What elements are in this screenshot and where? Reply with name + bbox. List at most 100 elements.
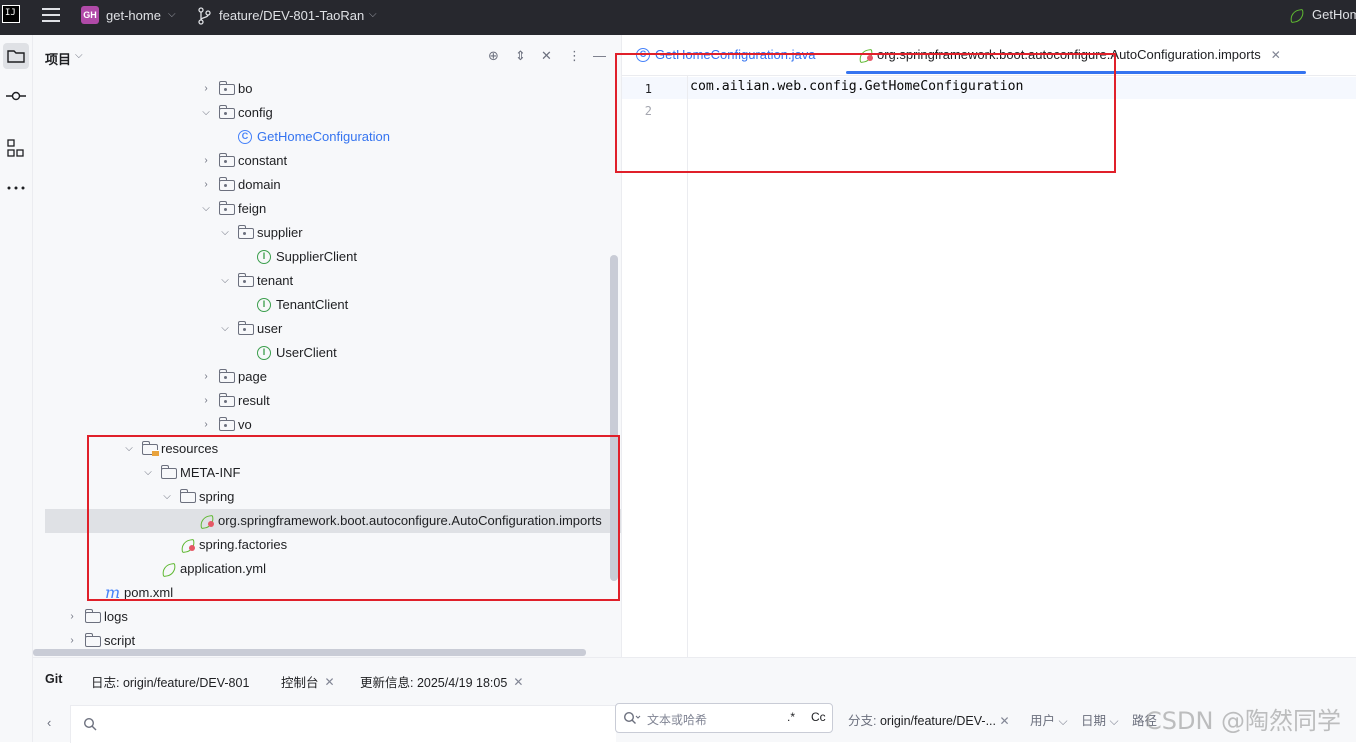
chevron-down-icon[interactable]: ⌵ <box>220 317 230 341</box>
intellij-logo-icon[interactable]: IJ <box>2 5 20 23</box>
tab-log[interactable]: 日志: origin/feature/DEV-801 <box>91 672 249 691</box>
chevron-left-icon[interactable]: ‹ <box>47 715 51 730</box>
spring-icon <box>1289 8 1305 22</box>
tree-item[interactable]: ⌵ supplier <box>220 221 303 245</box>
package-icon <box>238 321 254 335</box>
chevron-right-icon[interactable]: › <box>67 605 77 629</box>
tree-item[interactable]: ⌵ user <box>220 317 282 341</box>
project-badge[interactable]: GH <box>81 6 99 24</box>
tab-autoconfiguration-imports[interactable]: org.springframework.boot.autoconfigure.A… <box>858 47 1281 62</box>
tree-item[interactable]: ⌵ tenant <box>220 269 293 293</box>
tree-item[interactable]: C GetHomeConfiguration <box>238 125 390 149</box>
minimize-icon[interactable]: — <box>593 48 606 63</box>
regex-toggle[interactable]: .* <box>787 710 795 724</box>
branch-icon <box>198 7 211 25</box>
project-panel-header: 项目 ⌵ ⊕ ⇕ ✕ ⋮ — <box>33 35 621 77</box>
tree-item[interactable]: I UserClient <box>257 341 337 365</box>
resources-folder-icon <box>142 441 159 456</box>
crosshair-icon[interactable]: ⊕ <box>488 48 499 64</box>
tab-update-info[interactable]: 更新信息: 2025/4/19 18:05 ✕ <box>360 672 523 691</box>
tree-item[interactable]: I TenantClient <box>257 293 348 317</box>
chevron-right-icon[interactable]: › <box>201 413 211 437</box>
watermark: CSDN @陶然同学 <box>1145 707 1342 735</box>
close-icon[interactable]: ✕ <box>325 675 335 689</box>
structure-icon[interactable] <box>3 135 29 161</box>
date-filter[interactable]: 日期 ⌵ <box>1081 710 1119 729</box>
branch-search[interactable] <box>71 705 616 743</box>
close-icon[interactable]: ✕ <box>1271 48 1281 62</box>
horizontal-scrollbar[interactable] <box>33 649 586 656</box>
package-icon <box>219 369 235 383</box>
project-panel-title[interactable]: 项目 <box>45 49 71 68</box>
case-toggle[interactable]: Cc <box>811 710 826 724</box>
tree-item[interactable]: › constant <box>201 149 287 173</box>
line-number: 2 <box>644 104 652 118</box>
chevron-right-icon[interactable]: › <box>201 389 211 413</box>
chevron-down-icon[interactable]: ⌵ <box>369 9 377 20</box>
tree-item[interactable]: ⌵ config <box>201 101 273 125</box>
more-icon[interactable] <box>3 175 29 201</box>
package-icon <box>219 105 235 119</box>
log-search-input[interactable]: 文本或哈希 .* Cc <box>615 703 833 733</box>
chevron-down-icon[interactable]: ⌵ <box>220 221 230 245</box>
tree-item[interactable]: › vo <box>201 413 252 437</box>
chevron-right-icon[interactable]: › <box>201 173 211 197</box>
spring-config-icon <box>199 514 215 528</box>
collapse-icon[interactable]: ✕ <box>541 48 552 64</box>
code-line[interactable]: com.ailian.web.config.GetHomeConfigurati… <box>690 79 1023 94</box>
user-filter[interactable]: 用户 ⌵ <box>1030 710 1068 729</box>
tab-console[interactable]: 控制台 ✕ <box>281 672 335 691</box>
tree-item[interactable]: ⌵ resources <box>124 437 218 461</box>
close-icon[interactable]: ✕ <box>999 714 1009 728</box>
vertical-scrollbar[interactable] <box>610 255 618 581</box>
chevron-down-icon: ⌵ <box>1109 714 1119 728</box>
chevron-right-icon[interactable]: › <box>201 365 211 389</box>
branch-filter[interactable]: 分支: origin/feature/DEV-... ✕ <box>848 710 1010 729</box>
run-config[interactable]: GetHom <box>1289 7 1356 22</box>
chevron-down-icon[interactable]: ⌵ <box>143 461 153 485</box>
tree-item[interactable]: spring.factories <box>180 533 287 557</box>
chevron-down-icon[interactable]: ⌵ <box>124 437 134 461</box>
tree-item[interactable]: › page <box>201 365 267 389</box>
expand-icon[interactable]: ⇕ <box>515 48 526 64</box>
class-icon: C <box>238 130 252 144</box>
folder-icon[interactable] <box>3 43 29 69</box>
close-icon[interactable]: ✕ <box>513 675 523 689</box>
chevron-down-icon[interactable]: ⌵ <box>201 101 211 125</box>
hamburger-menu-icon[interactable] <box>42 8 60 24</box>
editor: C GetHomeConfiguration.java org.springfr… <box>621 35 1356 657</box>
title-bar: IJ GH get-home ⌵ feature/DEV-801-TaoRan … <box>0 0 1356 35</box>
tree-item[interactable]: ⌵ spring <box>162 485 234 509</box>
project-name[interactable]: get-home <box>106 8 161 23</box>
folder-icon <box>180 489 196 503</box>
tree-item[interactable]: › logs <box>67 605 128 629</box>
tree-item-selected[interactable]: org.springframework.boot.autoconfigure.A… <box>45 509 621 533</box>
tab-gethomeconfiguration[interactable]: C GetHomeConfiguration.java <box>636 47 815 62</box>
chevron-right-icon[interactable]: › <box>201 77 211 101</box>
tree-item[interactable]: › domain <box>201 173 281 197</box>
chevron-down-icon[interactable]: ⌵ <box>75 50 83 61</box>
search-icon <box>83 717 97 731</box>
project-panel: 项目 ⌵ ⊕ ⇕ ✕ ⋮ — › bo ⌵ config C GetHomeConfi… <box>33 35 621 657</box>
package-icon <box>238 225 254 239</box>
chevron-down-icon[interactable]: ⌵ <box>168 9 176 20</box>
chevron-down-icon[interactable]: ⌵ <box>162 485 172 509</box>
tree-item[interactable]: I SupplierClient <box>257 245 357 269</box>
kebab-icon[interactable]: ⋮ <box>568 48 581 64</box>
package-icon <box>219 177 235 191</box>
interface-icon: I <box>257 250 271 264</box>
chevron-down-icon[interactable]: ⌵ <box>220 269 230 293</box>
tab-git[interactable]: Git <box>45 672 62 686</box>
tree-item[interactable]: › bo <box>201 77 252 101</box>
chevron-down-icon[interactable]: ⌵ <box>201 197 211 221</box>
commit-icon[interactable] <box>3 83 29 109</box>
tree-item[interactable]: application.yml <box>161 557 266 581</box>
tree-item[interactable]: › result <box>201 389 270 413</box>
branch-name[interactable]: feature/DEV-801-TaoRan <box>219 8 364 23</box>
tree-item[interactable]: ⌵ META-INF <box>143 461 240 485</box>
chevron-right-icon[interactable]: › <box>201 149 211 173</box>
maven-icon: m <box>105 583 121 602</box>
tree-item[interactable]: m pom.xml <box>105 581 173 605</box>
tree-item[interactable]: ⌵ feign <box>201 197 266 221</box>
class-icon: C <box>636 47 650 62</box>
